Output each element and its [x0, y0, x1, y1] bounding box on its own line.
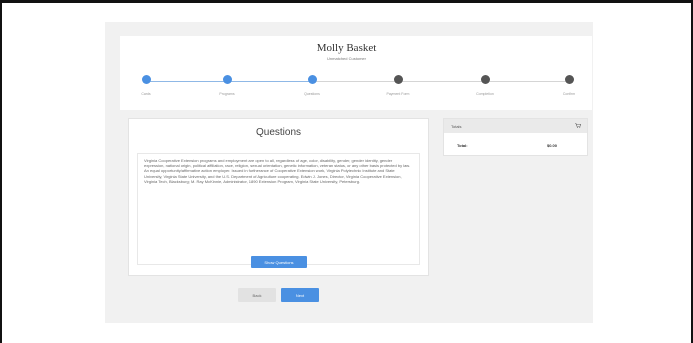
step-dot-icon	[141, 75, 151, 84]
step-payment-form[interactable]: Payment Form	[368, 75, 428, 96]
step-label: Confirm	[562, 92, 576, 96]
totals-header-label: Totals	[451, 124, 462, 129]
cart-icon[interactable]	[575, 123, 581, 128]
next-button[interactable]: Next	[281, 288, 319, 302]
totals-card: Totals Total: $0.00	[443, 118, 588, 156]
step-dot-icon	[222, 75, 232, 84]
step-cards[interactable]: Cards	[116, 75, 176, 96]
step-label: Completion	[476, 92, 494, 96]
total-row: Total: $0.00	[457, 143, 557, 148]
step-dot-icon	[480, 75, 490, 84]
step-label: Cards	[141, 92, 151, 96]
total-label: Total:	[457, 143, 468, 148]
questions-disclaimer: Virginia Cooperative Extension programs …	[137, 153, 420, 265]
step-label: Payment Form	[386, 92, 410, 96]
step-label: Programs	[219, 92, 235, 96]
step-confirm[interactable]: Confirm	[539, 75, 599, 96]
window-frame-top	[0, 0, 693, 3]
step-dot-icon	[393, 75, 403, 84]
step-dot-icon	[307, 75, 317, 84]
questions-card: Questions Virginia Cooperative Extension…	[128, 118, 429, 276]
page-subtitle: Unmatched Customer	[327, 56, 366, 61]
back-button[interactable]: Back	[238, 288, 276, 302]
step-dot-icon	[564, 75, 574, 84]
total-value: $0.00	[546, 143, 557, 148]
questions-title: Questions	[255, 127, 302, 138]
step-label: Questions	[304, 92, 320, 96]
step-programs[interactable]: Programs	[197, 75, 257, 96]
step-questions[interactable]: Questions	[282, 75, 342, 96]
step-completion[interactable]: Completion	[455, 75, 515, 96]
totals-header: Totals	[444, 119, 587, 133]
show-questions-button[interactable]: Show Questions	[251, 256, 307, 268]
page-title: Molly Basket	[316, 42, 377, 54]
